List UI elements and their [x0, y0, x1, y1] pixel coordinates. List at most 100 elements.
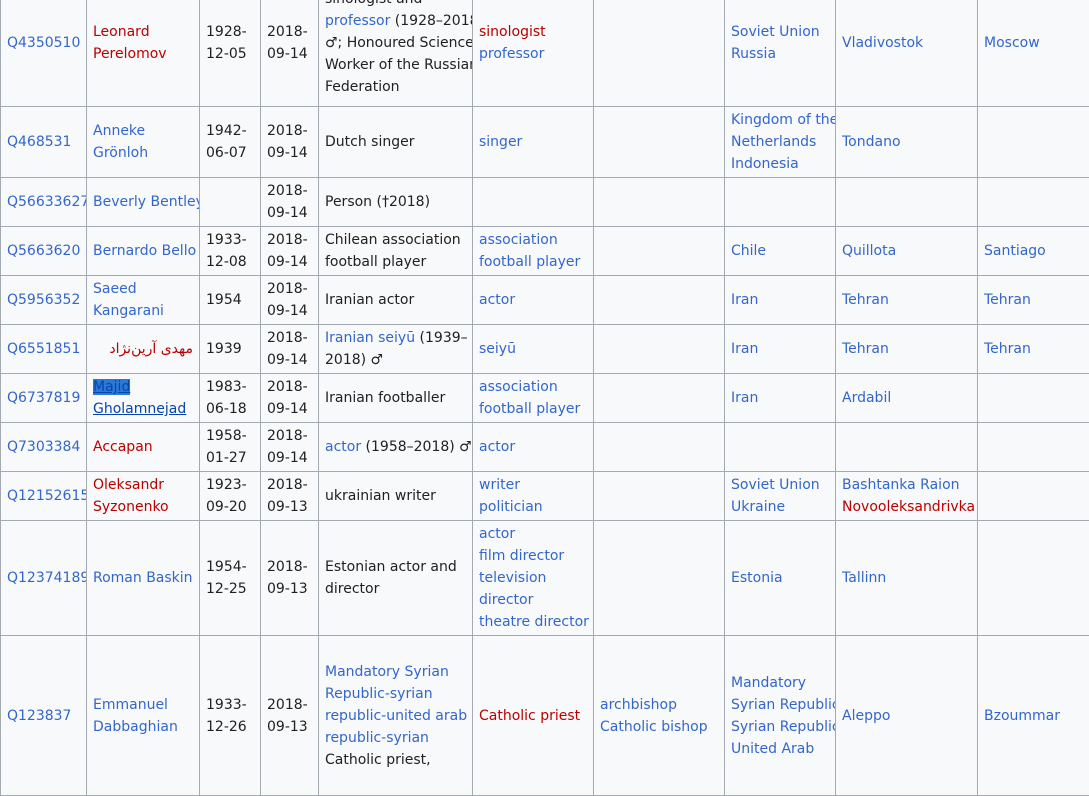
country-link[interactable]: Soviet Union: [731, 24, 820, 40]
qid-link[interactable]: Q6737819: [7, 390, 80, 406]
country-link[interactable]: Ukraine: [731, 499, 785, 515]
occupation-link[interactable]: television: [479, 570, 546, 586]
country-link[interactable]: Kingdom of the: [731, 112, 836, 128]
description-link[interactable]: Republic-syrian: [325, 686, 433, 702]
cell-dod: 2018-09-13: [261, 636, 319, 796]
occupation-link[interactable]: film director: [479, 548, 564, 564]
dob-text: 1942-: [206, 123, 247, 139]
name-link[interactable]: Gholamnejad: [93, 401, 186, 417]
position-link[interactable]: Catholic bishop: [600, 719, 708, 735]
birthplace-link[interactable]: Tehran: [842, 292, 889, 308]
country-link[interactable]: Syrian Republic: [731, 697, 836, 713]
qid-link[interactable]: Q12374189: [7, 570, 87, 586]
country-link[interactable]: Iran: [731, 341, 758, 357]
occupation-link[interactable]: theatre director: [479, 614, 589, 630]
name-link[interactable]: Syzonenko: [93, 499, 169, 515]
deathplace-link[interactable]: Moscow: [984, 35, 1040, 51]
birthplace-link[interactable]: Quillota: [842, 243, 896, 259]
occupation-link[interactable]: professor: [479, 46, 544, 62]
qid-link[interactable]: Q7303384: [7, 439, 80, 455]
line: 2018-: [267, 229, 312, 251]
country-link[interactable]: Iran: [731, 292, 758, 308]
occupation-link[interactable]: sinologist: [479, 24, 546, 40]
country-link[interactable]: United Arab: [731, 741, 814, 757]
birthplace-link[interactable]: Ardabil: [842, 390, 891, 406]
description-link[interactable]: republic-united arab: [325, 708, 467, 724]
name-link[interactable]: Accapan: [93, 439, 153, 455]
line: 2018-: [267, 376, 312, 398]
name-link[interactable]: Kangarani: [93, 303, 164, 319]
occupation-link[interactable]: association: [479, 379, 558, 395]
cell-qid: Q6737819: [1, 374, 87, 423]
description-link[interactable]: actor: [325, 439, 361, 455]
description-link[interactable]: republic-syrian: [325, 730, 429, 746]
country-link[interactable]: Mandatory: [731, 675, 806, 691]
name-link[interactable]: Roman Baskin: [93, 570, 193, 586]
name-link[interactable]: Dabbaghian: [93, 719, 178, 735]
cell-occupation: actor film director television director thea…: [473, 521, 594, 636]
occupation-link[interactable]: association: [479, 232, 558, 248]
country-link[interactable]: Soviet Union: [731, 477, 820, 493]
name-link[interactable]: Beverly Bentley: [93, 194, 200, 210]
deathplace-link[interactable]: Tehran: [984, 341, 1031, 357]
line: Estonian actor and: [325, 556, 466, 578]
occupation-link[interactable]: director: [479, 592, 533, 608]
line: 2018) ♂: [325, 349, 466, 371]
qid-link[interactable]: Q123837: [7, 708, 71, 724]
birthplace-link[interactable]: Tallinn: [842, 570, 886, 586]
occupation-link[interactable]: writer: [479, 477, 520, 493]
country-link[interactable]: Netherlands: [731, 134, 816, 150]
birthplace-link[interactable]: Tondano: [842, 134, 901, 150]
occupation-link[interactable]: Catholic priest: [479, 708, 580, 724]
country-link[interactable]: Syrian Republic: [731, 719, 836, 735]
description-link[interactable]: Mandatory Syrian: [325, 664, 449, 680]
description-link[interactable]: Iranian seiyū: [325, 330, 415, 346]
name-link[interactable]: Perelomov: [93, 46, 167, 62]
position-link[interactable]: archbishop: [600, 697, 677, 713]
qid-link[interactable]: Q5663620: [7, 243, 80, 259]
occupation-link[interactable]: football player: [479, 254, 580, 270]
cell-country: Estonia: [725, 521, 836, 636]
cell-description: Chilean associationfootball player: [319, 227, 473, 276]
name-link[interactable]: Majid: [93, 379, 130, 395]
name-link[interactable]: Leonard: [93, 24, 150, 40]
deathplace-link[interactable]: Tehran: [984, 292, 1031, 308]
deathplace-link[interactable]: Santiago: [984, 243, 1046, 259]
birthplace-link[interactable]: Novooleksandrivka: [842, 499, 975, 515]
cell-deathplace: Bzoummar: [978, 636, 1089, 796]
description-link[interactable]: professor: [325, 13, 390, 29]
occupation-link[interactable]: singer: [479, 134, 522, 150]
occupation-link[interactable]: actor: [479, 292, 515, 308]
dob-text: 1928-: [206, 24, 247, 40]
qid-link[interactable]: Q56633627: [7, 194, 87, 210]
name-link[interactable]: Saeed: [93, 281, 137, 297]
name-link[interactable]: Oleksandr: [93, 477, 164, 493]
qid-link[interactable]: Q468531: [7, 134, 71, 150]
table-row: Q123837EmmanuelDabbaghian1933-12-262018-…: [1, 636, 1089, 796]
occupation-link[interactable]: actor: [479, 526, 515, 542]
occupation-link[interactable]: actor: [479, 439, 515, 455]
qid-link[interactable]: Q4350510: [7, 35, 80, 51]
country-link[interactable]: Iran: [731, 390, 758, 406]
name-link[interactable]: Grönloh: [93, 145, 148, 161]
country-link[interactable]: Chile: [731, 243, 766, 259]
country-link[interactable]: Indonesia: [731, 156, 799, 172]
birthplace-link[interactable]: Aleppo: [842, 708, 890, 724]
qid-link[interactable]: Q5956352: [7, 292, 80, 308]
occupation-link[interactable]: politician: [479, 499, 543, 515]
name-link[interactable]: Emmanuel: [93, 697, 168, 713]
deathplace-link[interactable]: Bzoummar: [984, 708, 1060, 724]
qid-link[interactable]: Q6551851: [7, 341, 80, 357]
birthplace-link[interactable]: Tehran: [842, 341, 889, 357]
dod-text: 2018-: [267, 379, 308, 395]
occupation-link[interactable]: football player: [479, 401, 580, 417]
name-link[interactable]: Anneke: [93, 123, 145, 139]
birthplace-link[interactable]: Vladivostok: [842, 35, 923, 51]
country-link[interactable]: Estonia: [731, 570, 783, 586]
name-link[interactable]: مهدی آرین‌نژاد: [109, 341, 193, 357]
occupation-link[interactable]: seiyū: [479, 341, 516, 357]
country-link[interactable]: Russia: [731, 46, 776, 62]
birthplace-link[interactable]: Bashtanka Raion: [842, 477, 960, 493]
qid-link[interactable]: Q12152615: [7, 488, 87, 504]
name-link[interactable]: Bernardo Bello: [93, 243, 196, 259]
